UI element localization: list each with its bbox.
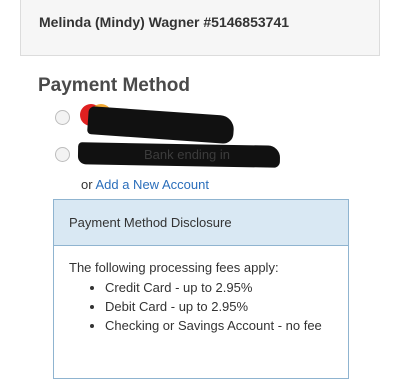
fee-list-item-credit: Credit Card - up to 2.95%: [105, 278, 334, 297]
fee-list: Credit Card - up to 2.95% Debit Card - u…: [69, 278, 334, 335]
payment-option-bank-radio[interactable]: [55, 147, 70, 162]
payment-option-card-radio[interactable]: [55, 110, 70, 125]
disclosure-intro: The following processing fees apply:: [69, 260, 279, 275]
add-new-account-link[interactable]: Add a New Account: [95, 177, 208, 192]
disclosure-header: Payment Method Disclosure: [54, 200, 348, 246]
payment-method-title: Payment Method: [38, 75, 191, 96]
add-account-prefix: or: [81, 177, 93, 192]
add-account-line: or Add a New Account: [81, 177, 209, 192]
bank-option-label: Bank ending in: [144, 147, 231, 162]
payment-method-disclosure: Payment Method Disclosure The following …: [53, 199, 349, 379]
fee-list-item-debit: Debit Card - up to 2.95%: [105, 297, 334, 316]
redacted-card-details: [87, 106, 235, 145]
account-name: Melinda (Mindy) Wagner #5146853741: [39, 14, 290, 30]
disclosure-body: The following processing fees apply: Cre…: [54, 246, 348, 335]
account-summary-box: Melinda (Mindy) Wagner #5146853741: [20, 0, 380, 56]
fee-list-item-ach: Checking or Savings Account - no fee: [105, 316, 334, 335]
